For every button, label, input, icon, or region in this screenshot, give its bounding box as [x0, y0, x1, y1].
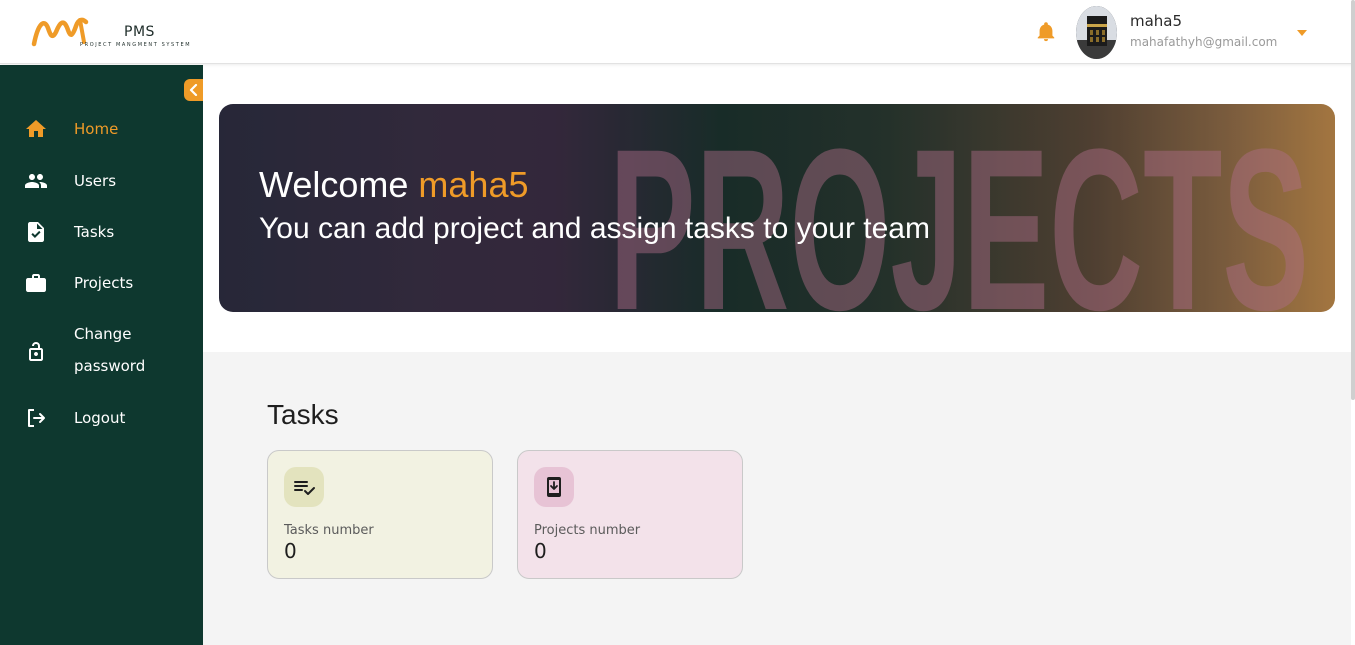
card-label: Projects number: [534, 523, 641, 538]
app-logo[interactable]: PMS PROJECT MANGMENT SYSTEM: [30, 14, 190, 54]
avatar[interactable]: [1076, 6, 1117, 59]
projects-number-card[interactable]: Projects number 0: [517, 450, 743, 579]
sidebar-item-label: Tasks: [74, 223, 115, 241]
sidebar-item-label: Home: [74, 120, 119, 138]
card-value: 0: [534, 539, 547, 563]
card-icon-wrapper: [284, 467, 324, 507]
main-content: PROJECTS Welcome maha5 You can add proje…: [203, 65, 1351, 645]
users-icon: [25, 174, 47, 188]
sidebar-item-users[interactable]: Users: [0, 165, 203, 197]
sidebar: Home Users Tasks Projects Change passwor…: [0, 65, 203, 645]
tasks-section-title: Tasks: [267, 399, 339, 430]
welcome-prefix: Welcome: [259, 164, 409, 205]
banner-section: PROJECTS Welcome maha5 You can add proje…: [203, 65, 1351, 352]
user-name: maha5: [1130, 12, 1183, 30]
card-icon-wrapper: [534, 467, 574, 507]
sidebar-item-label: Projects: [74, 274, 134, 292]
page-scrollbar[interactable]: [1351, 0, 1355, 400]
welcome-subtitle: You can add project and assign tasks to …: [259, 212, 930, 245]
user-email: mahafathyh@gmail.com: [1130, 35, 1278, 49]
top-navbar: PMS PROJECT MANGMENT SYSTEM maha5 mahafa…: [0, 0, 1355, 64]
logout-icon: [28, 409, 45, 427]
lock-icon: [29, 342, 43, 361]
sidebar-collapse-button[interactable]: [184, 79, 203, 101]
banner-background-image: PROJECTS: [219, 104, 1335, 312]
home-icon: [26, 120, 46, 137]
sidebar-item-projects[interactable]: Projects: [0, 267, 203, 299]
sidebar-item-tasks[interactable]: Tasks: [0, 216, 203, 248]
caret-down-icon[interactable]: [1297, 30, 1307, 36]
bell-icon[interactable]: [1035, 20, 1057, 44]
sidebar-item-label: Users: [74, 172, 117, 190]
sidebar-item-label-line1: Change: [74, 325, 132, 343]
sidebar-item-home[interactable]: Home: [0, 113, 203, 145]
sidebar-item-label: Logout: [74, 409, 126, 427]
logo-title: PMS: [124, 24, 155, 40]
welcome-banner: PROJECTS Welcome maha5 You can add proje…: [219, 104, 1335, 312]
card-label: Tasks number: [284, 523, 374, 538]
task-file-icon: [28, 222, 44, 242]
chevron-left-icon: [189, 84, 197, 96]
phone-download-icon: [547, 477, 561, 497]
logo-tagline: PROJECT MANGMENT SYSTEM: [80, 42, 192, 48]
checklist-icon: [294, 481, 315, 495]
sidebar-item-label-line2: password: [74, 357, 146, 375]
sidebar-item-change-password[interactable]: Change password: [0, 318, 203, 382]
card-value: 0: [284, 539, 297, 563]
tasks-number-card[interactable]: Tasks number 0: [267, 450, 493, 579]
sidebar-item-logout[interactable]: Logout: [0, 402, 203, 434]
welcome-heading: Welcome maha5: [259, 164, 528, 206]
welcome-user-name: maha5: [418, 164, 529, 205]
banner-background-text: PROJECTS: [609, 104, 1309, 312]
briefcase-icon: [26, 274, 46, 292]
